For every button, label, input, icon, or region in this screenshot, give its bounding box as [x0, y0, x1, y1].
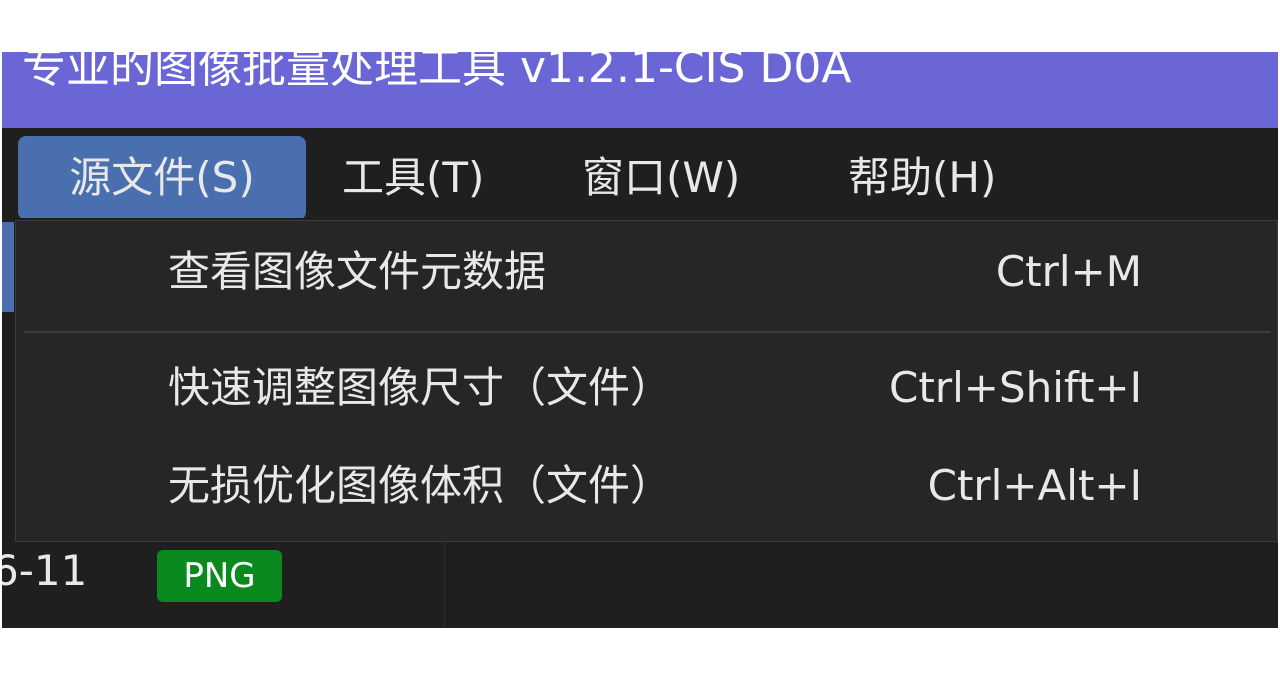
menu-item-shortcut: Ctrl+Shift+I	[889, 363, 1142, 412]
menu-help[interactable]: 帮助(H)	[848, 136, 996, 220]
file-date: 6-11	[2, 546, 88, 595]
column-divider	[444, 538, 445, 628]
menu-item-label: 无损优化图像体积（文件）	[168, 461, 673, 510]
menu-source-file[interactable]: 源文件(S)	[18, 136, 306, 220]
menu-item-label: 查看图像文件元数据	[168, 247, 547, 296]
menu-separator	[24, 331, 1271, 333]
screenshot-frame: 专业的图像批量处理工具 v1.2.1-CIS D0A 源文件(S) 工具(T) …	[0, 0, 1280, 681]
menu-item-label: 快速调整图像尺寸（文件）	[168, 363, 673, 412]
title-bar[interactable]: 专业的图像批量处理工具 v1.2.1-CIS D0A	[2, 52, 1278, 128]
menu-item-shortcut: Ctrl+M	[995, 247, 1142, 296]
menu-item-shortcut: Ctrl+Alt+I	[927, 461, 1142, 510]
source-file-dropdown-menu: 查看图像文件元数据 Ctrl+M 快速调整图像尺寸（文件） Ctrl+Shift…	[15, 220, 1278, 542]
selected-row-indicator	[2, 222, 14, 312]
menu-item-quick-resize[interactable]: 快速调整图像尺寸（文件） Ctrl+Shift+I	[16, 343, 1278, 433]
menu-tools[interactable]: 工具(T)	[342, 136, 484, 220]
menu-window[interactable]: 窗口(W)	[582, 136, 740, 220]
app-window: 专业的图像批量处理工具 v1.2.1-CIS D0A 源文件(S) 工具(T) …	[2, 52, 1278, 628]
menu-item-lossless-optimize[interactable]: 无损优化图像体积（文件） Ctrl+Alt+I	[16, 441, 1278, 531]
window-title: 专业的图像批量处理工具 v1.2.1-CIS D0A	[22, 52, 852, 93]
format-badge-png: PNG	[157, 550, 282, 602]
menu-item-view-metadata[interactable]: 查看图像文件元数据 Ctrl+M	[16, 227, 1278, 317]
menu-bar: 源文件(S) 工具(T) 窗口(W) 帮助(H)	[2, 128, 1278, 220]
